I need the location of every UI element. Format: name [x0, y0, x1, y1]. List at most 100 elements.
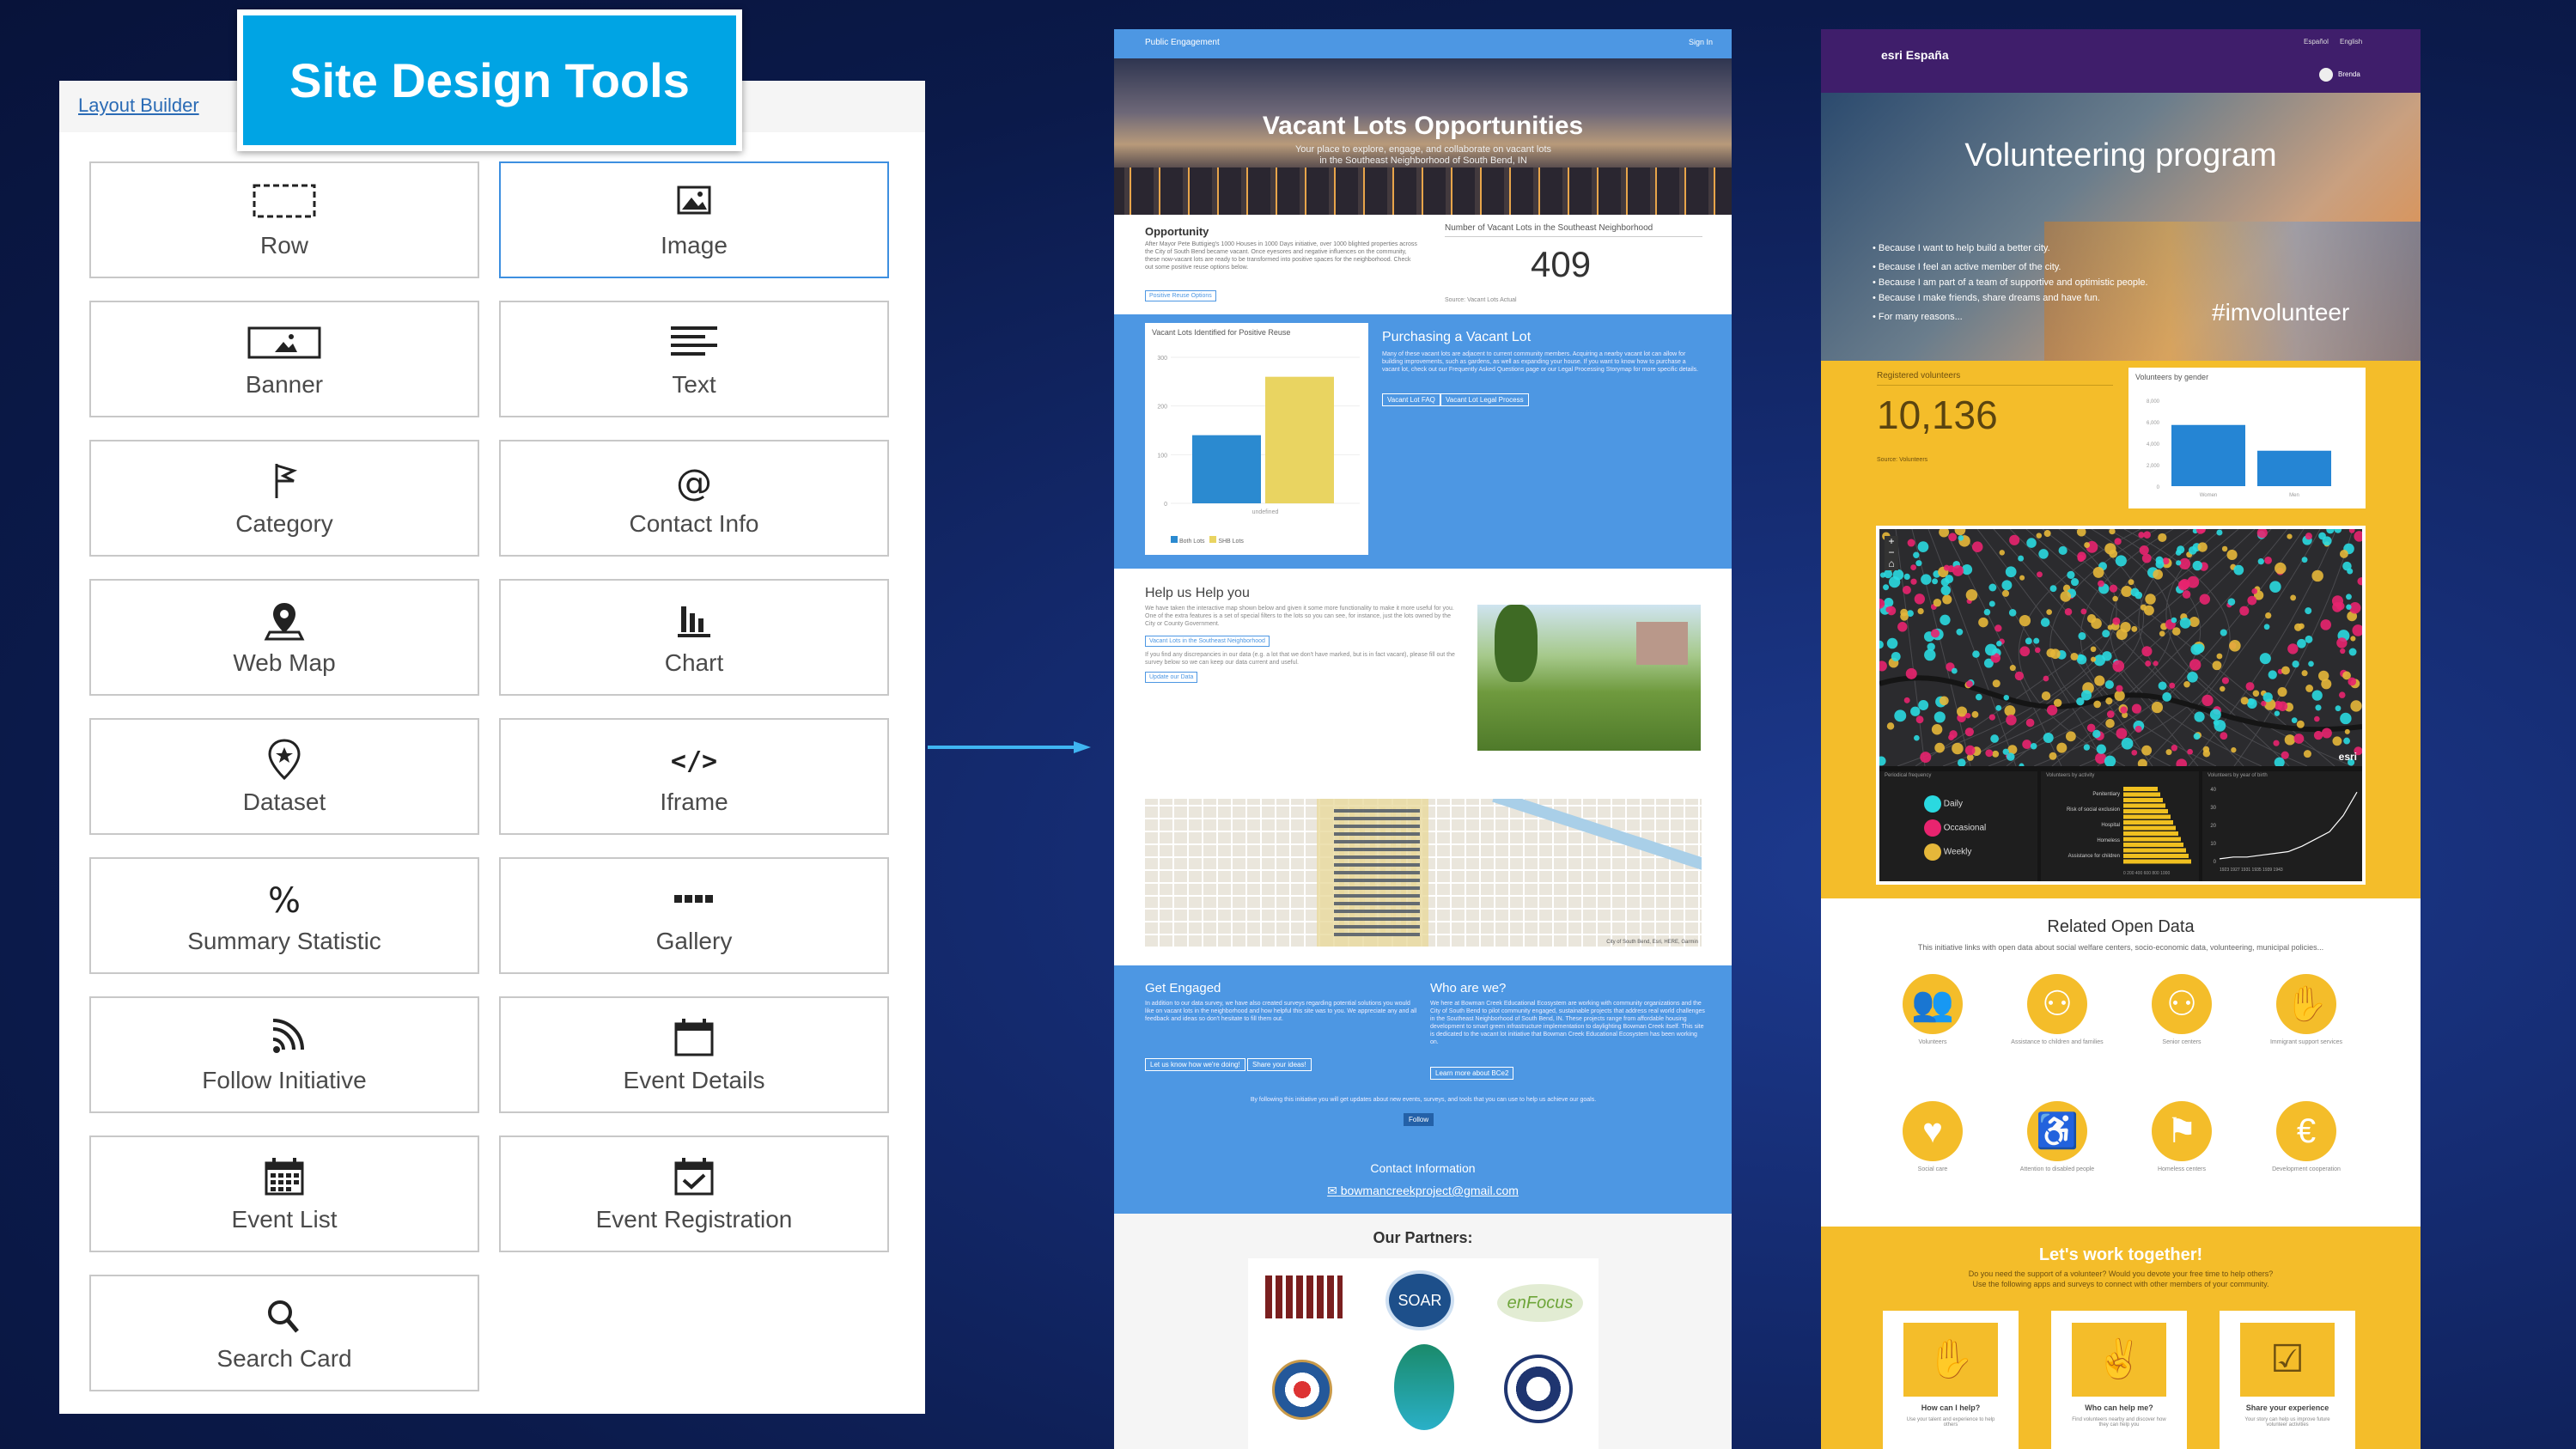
map-point [1958, 534, 1964, 541]
tile-dataset[interactable]: Dataset [89, 718, 479, 835]
update-data-button[interactable]: Update our Data [1145, 672, 1198, 683]
tile-banner[interactable]: Banner [89, 301, 479, 417]
open-data-category[interactable]: 👥 Volunteers [1881, 974, 1984, 1045]
open-data-category[interactable]: ⚑ Homeless centers [2130, 1101, 2233, 1172]
map-point [2277, 687, 2287, 697]
map-point [2009, 665, 2016, 672]
site1-nav-title[interactable]: Public Engagement [1145, 38, 1220, 47]
tile-contact-info[interactable]: @ Contact Info [499, 440, 889, 557]
map-point [1886, 637, 1898, 649]
y-tick-label: 100 [1157, 453, 1167, 459]
map-point [1999, 550, 2006, 556]
tile-event-details[interactable]: Event Details [499, 996, 889, 1113]
map-point [2239, 606, 2250, 616]
map-point [1921, 574, 1932, 585]
tile-image[interactable]: Image [499, 161, 889, 278]
tile-event-list[interactable]: Event List [89, 1135, 479, 1252]
learn-more-button[interactable]: Learn more about BCe2 [1430, 1067, 1514, 1080]
tile-category[interactable]: Category [89, 440, 479, 557]
map-point [2348, 529, 2355, 533]
sign-in-link[interactable]: Sign In [1689, 38, 1713, 46]
map-point [2301, 670, 2308, 677]
share-ideas-button[interactable]: Share your ideas! [1247, 1058, 1312, 1071]
map-point [2138, 532, 2145, 539]
tile-search-card[interactable]: Search Card [89, 1275, 479, 1391]
tile-text[interactable]: Text [499, 301, 889, 417]
esri-brand[interactable]: esri España [1881, 48, 1949, 62]
open-data-category[interactable]: € Development cooperation [2255, 1101, 2358, 1172]
tile-label: Dataset [242, 788, 326, 815]
map-point [1984, 643, 1997, 656]
map-point [2221, 545, 2228, 552]
map-point [2209, 709, 2221, 721]
zoom-in-icon[interactable]: + [1888, 535, 1894, 547]
map-point [2197, 542, 2208, 552]
tile-chart[interactable]: Chart [499, 579, 889, 696]
follow-button[interactable]: Follow [1404, 1113, 1434, 1126]
map-point [2332, 602, 2342, 612]
map-point [1910, 564, 1917, 570]
dataset-pin-icon [268, 739, 301, 781]
map-point [2030, 742, 2037, 750]
map-point [2344, 728, 2350, 734]
map-point [1994, 624, 2002, 632]
app-card[interactable]: ✋ How can I help? Use your talent and expe… [1883, 1311, 2019, 1449]
map-point [2262, 692, 2273, 703]
layout-builder-link[interactable]: Layout Builder [78, 94, 199, 116]
tile-row[interactable]: Row [89, 161, 479, 278]
map-point [2220, 629, 2227, 636]
map-point [2077, 555, 2085, 563]
y-tick-label: 0 [1164, 502, 1167, 508]
map-point [2134, 725, 2142, 733]
tile-iframe[interactable]: </> Iframe [499, 718, 889, 835]
map-point [2143, 605, 2154, 616]
category-icon: ⚑ [2152, 1101, 2212, 1161]
map-point [2006, 715, 2017, 726]
open-data-category[interactable]: ♿ Attention to disabled people [2006, 1101, 2109, 1172]
map-point [2216, 653, 2223, 660]
map-point [1914, 594, 1926, 605]
map-point [2036, 533, 2043, 539]
open-data-category[interactable]: ♥ Social care [1881, 1101, 1984, 1172]
opportunity-section: Opportunity After Mayor Pete Buttigieg's… [1114, 215, 1732, 314]
map-point [1992, 750, 2000, 758]
legend-shb: SHB Lots [1218, 539, 1244, 545]
category-label: Volunteers [1918, 1039, 1947, 1045]
bar-both-lots [1192, 435, 1261, 503]
positive-reuse-button[interactable]: Positive Reuse Options [1145, 290, 1216, 301]
zoom-controls[interactable]: + − ⌂ [1885, 536, 1898, 570]
partner-logo-university-seal [1504, 1355, 1573, 1423]
tile-follow-initiative[interactable]: Follow Initiative [89, 996, 479, 1113]
tile-web-map[interactable]: Web Map [89, 579, 479, 696]
feedback-button[interactable]: Let us know how we're doing! [1145, 1058, 1245, 1071]
home-icon[interactable]: ⌂ [1888, 557, 1894, 569]
vacant-lots-map-button[interactable]: Vacant Lots in the Southeast Neighborhoo… [1145, 636, 1270, 647]
map-point [2019, 614, 2031, 627]
open-data-category[interactable]: ⚇ Assistance to children and families [2006, 974, 2109, 1045]
map-point [2014, 671, 2025, 681]
app-card[interactable]: ✌ Who can help me? Find volunteers nearby … [2051, 1311, 2187, 1449]
activity-axis: 0 200 400 600 800 1000 [2123, 871, 2170, 876]
user-name[interactable]: Brenda [2338, 70, 2360, 78]
vacant-lot-faq-button[interactable]: Vacant Lot FAQ [1382, 393, 1440, 406]
contact-email[interactable]: ✉ bowmancreekproject@gmail.com [1114, 1184, 1732, 1198]
reason-item: • Because I am part of a team of support… [1873, 277, 2148, 288]
vacant-lots-web-map[interactable]: City of South Bend, Esri, HERE, Garmin [1145, 799, 1702, 947]
map-point [2102, 651, 2112, 661]
mail-icon: ✉ [1327, 1184, 1337, 1197]
lang-en[interactable]: English [2340, 38, 2362, 46]
tile-gallery[interactable]: Gallery [499, 857, 889, 974]
open-data-category[interactable]: ⚇ Senior centers [2130, 974, 2233, 1045]
map-point [1885, 606, 1892, 613]
tile-event-registration[interactable]: Event Registration [499, 1135, 889, 1252]
volunteer-map[interactable]: + − ⌂ esri [1879, 529, 2362, 766]
vacant-lot-legal-button[interactable]: Vacant Lot Legal Process [1440, 393, 1529, 406]
tile-summary-statistic[interactable]: % Summary Statistic [89, 857, 479, 974]
zoom-out-icon[interactable]: − [1888, 546, 1894, 558]
map-point [2189, 617, 2200, 628]
lang-es[interactable]: Español [2304, 38, 2329, 46]
map-point [2098, 580, 2104, 588]
app-card[interactable]: ☑ Share your experience Your story can hel… [2220, 1311, 2355, 1449]
open-data-category[interactable]: ✋ Immigrant support services [2255, 974, 2358, 1045]
avatar[interactable] [2319, 68, 2333, 82]
